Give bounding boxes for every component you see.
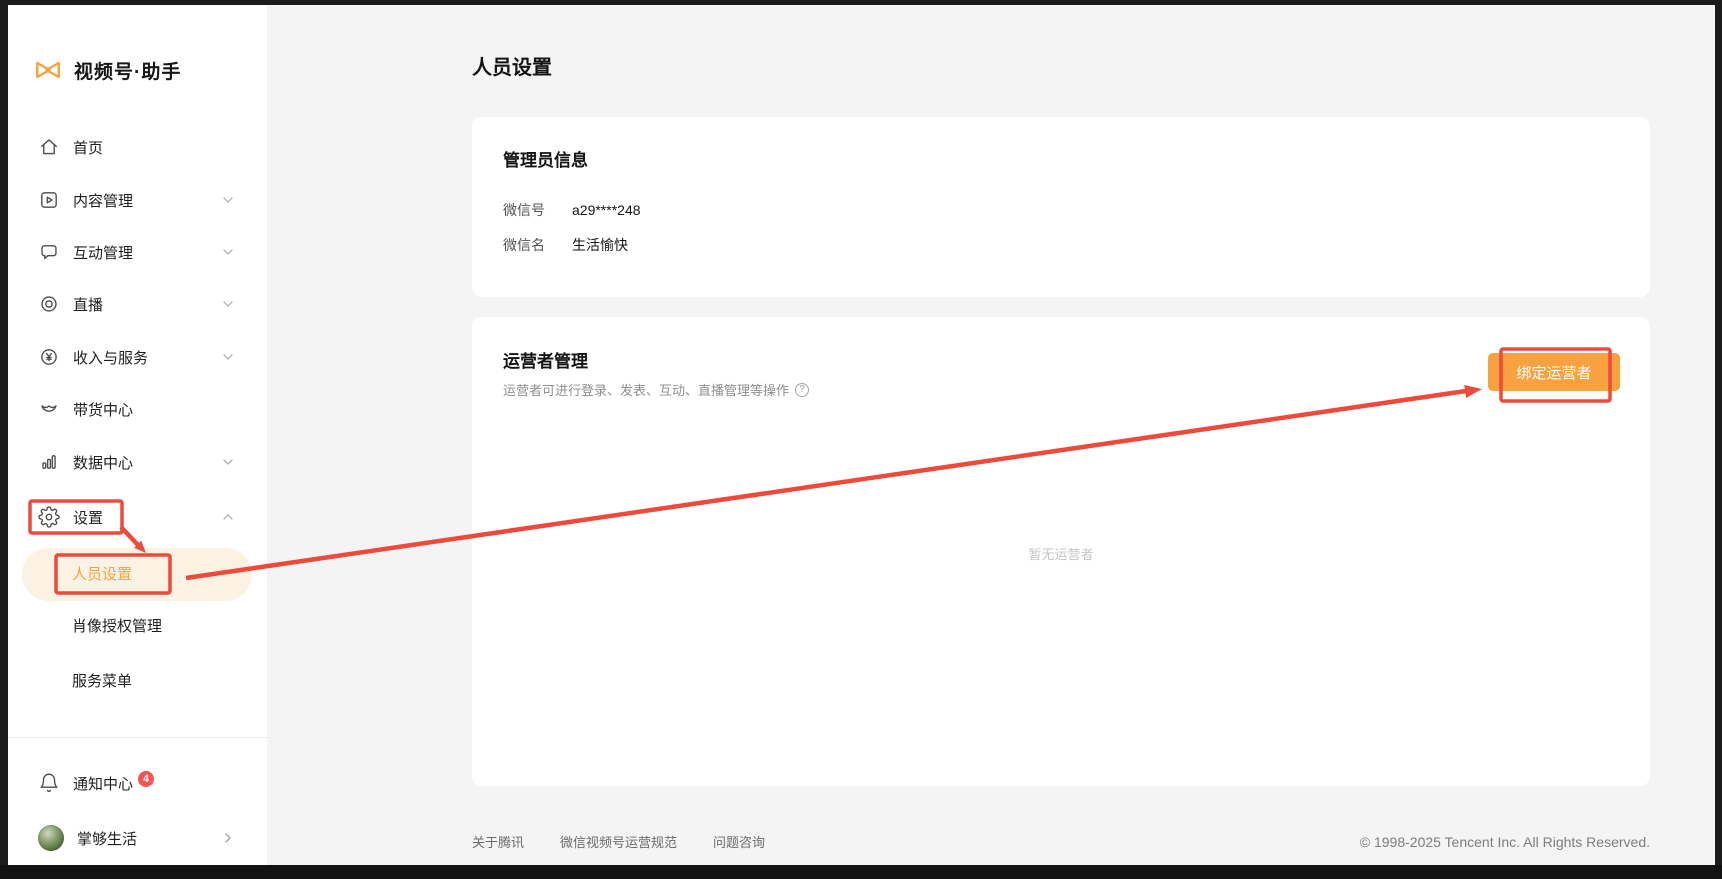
sidebar-subitem-service-menu[interactable]: 服务菜单 — [72, 663, 132, 697]
footer-link-about-tencent[interactable]: 关于腾讯 — [472, 833, 524, 853]
copyright-text: © 1998-2025 Tencent Inc. All Rights Rese… — [1360, 832, 1650, 852]
sidebar-item-label: 直播 — [73, 294, 103, 315]
account-name: 掌够生活 — [77, 828, 137, 849]
chevron-down-icon — [220, 454, 236, 470]
shopping-bag-icon — [38, 398, 60, 420]
empty-state-text: 暂无运营者 — [472, 544, 1650, 563]
wechat-name-value: 生活愉快 — [572, 237, 628, 253]
channels-logo-icon — [33, 55, 63, 85]
operator-card-subtitle: 运营者可进行登录、发表、互动、直播管理等操作 ? — [503, 380, 809, 399]
sidebar-item-interaction-management[interactable]: 互动管理 — [38, 235, 236, 269]
sidebar-item-label: 内容管理 — [73, 190, 133, 211]
chevron-up-icon — [220, 509, 236, 525]
sidebar-divider — [8, 737, 267, 738]
footer-links: 关于腾讯 微信视频号运营规范 问题咨询 — [472, 833, 765, 853]
chevron-down-icon — [220, 349, 236, 365]
window-edge-right — [1715, 0, 1722, 879]
sidebar-item-home[interactable]: 首页 — [38, 130, 236, 164]
admin-card-title: 管理员信息 — [503, 146, 588, 171]
sidebar-item-income-services[interactable]: 收入与服务 — [38, 340, 236, 374]
operator-card-title: 运营者管理 — [503, 347, 588, 372]
live-record-icon — [38, 293, 60, 315]
sidebar-item-live[interactable]: 直播 — [38, 287, 236, 321]
wechat-id-value: a29****248 — [572, 202, 641, 218]
sidebar-item-settings[interactable]: 设置 — [38, 500, 236, 534]
window-edge-left — [0, 0, 8, 879]
operator-management-card: 运营者管理 运营者可进行登录、发表、互动、直播管理等操作 ? 绑定运营者 暂无运… — [472, 317, 1650, 786]
sidebar-subitem-personnel-settings[interactable]: 人员设置 — [72, 556, 132, 590]
window-edge-bottom — [0, 865, 1722, 879]
avatar — [38, 825, 64, 851]
bind-operator-button[interactable]: 绑定运营者 — [1488, 353, 1620, 391]
sidebar-item-label: 带货中心 — [73, 399, 133, 420]
home-icon — [38, 136, 60, 158]
chevron-down-icon — [220, 296, 236, 312]
sidebar-subitem-label: 肖像授权管理 — [72, 615, 162, 636]
window-edge-top — [0, 0, 1722, 5]
logo: 视频号·助手 — [33, 54, 181, 86]
sidebar-subitem-portrait-authorization[interactable]: 肖像授权管理 — [72, 608, 162, 642]
bell-icon — [38, 772, 60, 794]
sidebar-item-label: 收入与服务 — [73, 347, 148, 368]
sidebar-item-data-center[interactable]: 数据中心 — [38, 445, 236, 479]
sidebar-item-label: 首页 — [73, 137, 103, 158]
gear-icon — [38, 506, 60, 528]
wechat-id-row: 微信号a29****248 — [503, 200, 641, 220]
sidebar-subitem-label: 人员设置 — [72, 563, 132, 584]
bar-chart-icon — [38, 451, 60, 473]
app-window: 视频号·助手 首页 内容管理 互动管理 直播 收入与服务 — [0, 0, 1722, 879]
footer-link-operation-rules[interactable]: 微信视频号运营规范 — [560, 833, 677, 853]
active-item-highlight — [22, 548, 252, 601]
page-title: 人员设置 — [472, 51, 552, 80]
notification-badge: 4 — [138, 771, 154, 787]
sidebar-account[interactable]: 掌够生活 — [38, 821, 236, 855]
logo-text: 视频号·助手 — [74, 57, 181, 84]
sidebar-item-content-management[interactable]: 内容管理 — [38, 183, 236, 217]
sidebar-item-label: 数据中心 — [73, 452, 133, 473]
sidebar-item-commerce-center[interactable]: 带货中心 — [38, 392, 236, 426]
yuan-coin-icon — [38, 346, 60, 368]
wechat-name-row: 微信名生活愉快 — [503, 235, 628, 255]
help-icon[interactable]: ? — [795, 383, 809, 397]
chevron-down-icon — [220, 244, 236, 260]
admin-info-card: 管理员信息 微信号a29****248 微信名生活愉快 — [472, 117, 1650, 297]
sidebar-item-label: 通知中心 — [73, 773, 133, 794]
chevron-right-icon — [220, 830, 236, 846]
chat-bubble-icon — [38, 241, 60, 263]
sidebar-item-label: 互动管理 — [73, 242, 133, 263]
content-play-icon — [38, 189, 60, 211]
wechat-name-label: 微信名 — [503, 235, 572, 255]
sidebar-item-label: 设置 — [73, 507, 103, 528]
sidebar-item-notification-center[interactable]: 通知中心 4 — [38, 766, 236, 800]
footer-link-feedback[interactable]: 问题咨询 — [713, 833, 765, 853]
chevron-down-icon — [220, 192, 236, 208]
sidebar-subitem-label: 服务菜单 — [72, 670, 132, 691]
wechat-id-label: 微信号 — [503, 200, 572, 220]
